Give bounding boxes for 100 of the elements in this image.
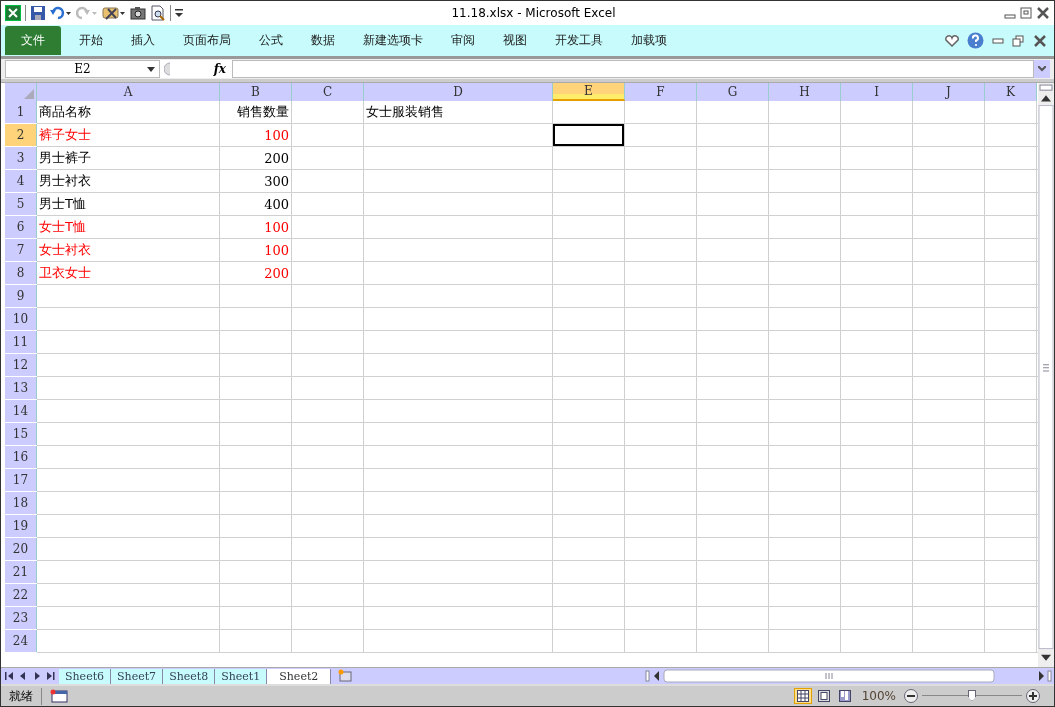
minimize-icon[interactable]: [992, 35, 1004, 46]
status-text: 就绪: [1, 687, 42, 705]
table-cell-text: 100: [263, 241, 290, 260]
row-header[interactable]: 13: [5, 377, 37, 399]
column-header[interactable]: J: [913, 83, 985, 101]
save-icon[interactable]: [30, 5, 46, 21]
restore-icon[interactable]: [1020, 7, 1032, 19]
triangle-icon: [24, 89, 34, 99]
row-header[interactable]: 1: [5, 101, 37, 123]
row-header[interactable]: 9: [5, 285, 37, 307]
row-header[interactable]: 20: [5, 538, 37, 560]
table-cell-text: 400: [263, 195, 290, 214]
row-header[interactable]: 15: [5, 423, 37, 445]
active-cell[interactable]: [553, 124, 624, 146]
ribbon-tab[interactable]: 数据: [297, 27, 349, 54]
row-header[interactable]: 18: [5, 492, 37, 514]
ribbon-tab[interactable]: 公式: [245, 27, 297, 54]
zoom-level[interactable]: 100%: [861, 689, 896, 703]
column-header[interactable]: A: [37, 83, 220, 101]
table-cell-text: 100: [263, 126, 290, 145]
row-header[interactable]: 5: [5, 193, 37, 215]
row-header[interactable]: 21: [5, 561, 37, 583]
row-header[interactable]: 2: [5, 124, 37, 146]
close-icon[interactable]: [1034, 34, 1046, 47]
ribbon-tab[interactable]: 新建选项卡: [349, 27, 437, 54]
heart-icon[interactable]: [945, 34, 959, 47]
excel-icon[interactable]: [5, 5, 21, 21]
expand-formula-button[interactable]: [1034, 60, 1050, 78]
row-header[interactable]: 17: [5, 469, 37, 491]
zoom-in-button[interactable]: [1026, 689, 1040, 703]
macro-record-icon[interactable]: [50, 689, 68, 703]
ribbon-tab[interactable]: 开发工具: [541, 27, 617, 54]
ribbon-tab[interactable]: 审阅: [437, 27, 489, 54]
column-header[interactable]: B: [220, 83, 292, 101]
file-tab[interactable]: 文件: [5, 26, 61, 55]
table-cell-text: 销售数量: [236, 103, 290, 121]
table-cell-text: 女士服装销售: [365, 103, 445, 121]
table-cell-text: 200: [263, 264, 290, 283]
table-cell-text: 女士衬衣: [38, 241, 92, 259]
close-icon[interactable]: [1036, 7, 1050, 19]
column-header[interactable]: K: [985, 83, 1037, 101]
undo-icon[interactable]: [50, 5, 72, 21]
row-header[interactable]: 19: [5, 515, 37, 537]
plus-icon: [1029, 692, 1037, 700]
normal-view-button[interactable]: [793, 688, 812, 704]
zoom-slider-thumb[interactable]: [968, 690, 976, 701]
caret-icon[interactable]: [147, 67, 155, 72]
row-header[interactable]: 11: [5, 331, 37, 353]
table-cell-text: 卫衣女士: [38, 264, 92, 282]
horizontal-scrollbar[interactable]: [644, 669, 1054, 683]
ribbon-tab[interactable]: 开始: [65, 27, 117, 54]
column-header[interactable]: I: [841, 83, 913, 101]
sheet-tab[interactable]: Sheet1: [215, 668, 268, 684]
column-header[interactable]: E: [553, 83, 625, 101]
table-cell-text: 商品名称: [38, 103, 92, 121]
sheet-tab[interactable]: Sheet7: [111, 668, 164, 684]
ribbon-tab[interactable]: 页面布局: [169, 27, 245, 54]
row-header[interactable]: 12: [5, 354, 37, 376]
row-header[interactable]: 24: [5, 630, 37, 652]
table-cell-text: 300: [263, 172, 290, 191]
vertical-scrollbar[interactable]: [1038, 83, 1054, 667]
customize-caret-icon[interactable]: [175, 8, 183, 18]
row-header[interactable]: 8: [5, 262, 37, 284]
print-preview-icon[interactable]: [150, 5, 166, 21]
zoom-out-button[interactable]: [904, 689, 918, 703]
restore-icon[interactable]: [1012, 34, 1024, 47]
table-cell-text: 裤子女士: [38, 126, 92, 144]
ribbon-tab[interactable]: 插入: [117, 27, 169, 54]
column-header[interactable]: D: [364, 83, 553, 101]
table-cell-text: 男士T恤: [38, 195, 87, 213]
table-cell-text: 女士T恤: [38, 218, 87, 236]
row-header[interactable]: 14: [5, 400, 37, 422]
row-header[interactable]: 7: [5, 239, 37, 261]
column-header[interactable]: G: [697, 83, 769, 101]
ribbon-tab[interactable]: 加载项: [617, 27, 681, 54]
minus-icon: [907, 695, 915, 697]
formula-input[interactable]: [232, 60, 1034, 78]
table-cell-text: 200: [263, 149, 290, 168]
row-header[interactable]: 4: [5, 170, 37, 192]
row-header[interactable]: 22: [5, 584, 37, 606]
row-header[interactable]: 16: [5, 446, 37, 468]
table-cell-text: 100: [263, 218, 290, 237]
name-box[interactable]: E2: [5, 60, 160, 78]
row-header[interactable]: 10: [5, 308, 37, 330]
column-header[interactable]: C: [292, 83, 364, 101]
help-icon[interactable]: [967, 32, 984, 49]
row-header[interactable]: 23: [5, 607, 37, 629]
row-header[interactable]: 3: [5, 147, 37, 169]
table-cell-text: 男士衬衣: [38, 172, 92, 190]
column-header[interactable]: F: [625, 83, 697, 101]
row-header[interactable]: 6: [5, 216, 37, 238]
sheet-tab[interactable]: Sheet6: [59, 668, 112, 684]
sheet-tab[interactable]: Sheet2: [267, 668, 332, 684]
insert-function-button[interactable]: fx: [213, 62, 226, 76]
window-title: 11.18.xlsx - Microsoft Excel: [450, 6, 617, 20]
sheet-tab[interactable]: Sheet8: [163, 668, 216, 684]
camera-icon[interactable]: [130, 5, 146, 21]
ribbon-tab[interactable]: 视图: [489, 27, 541, 54]
chevron-icon: [1038, 66, 1046, 72]
column-header[interactable]: H: [769, 83, 841, 101]
